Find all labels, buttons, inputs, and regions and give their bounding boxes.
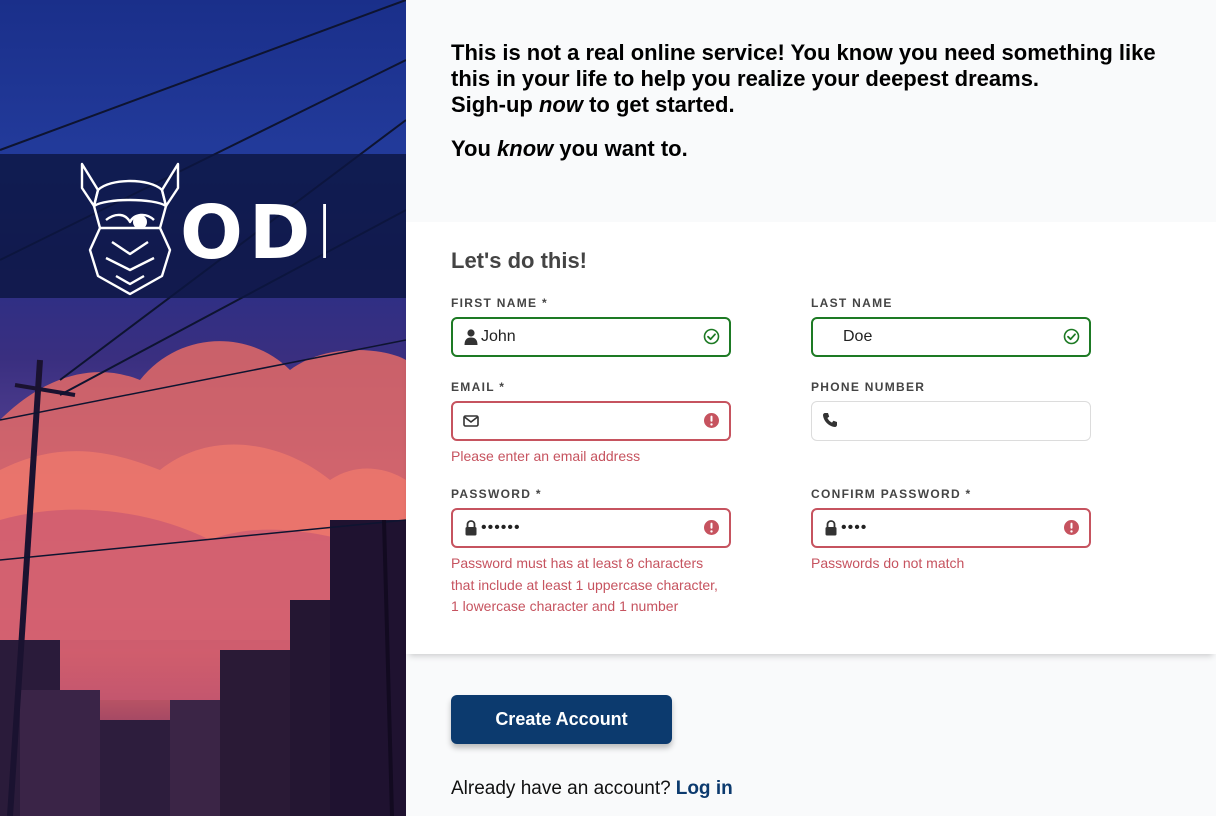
confirm-password-field: CONFIRM PASSWORD * Passwords do not matc… xyxy=(811,487,1091,575)
intro-tagline: You know you want to. xyxy=(451,136,1191,162)
error-icon xyxy=(704,520,719,535)
intro-line-2-em: now xyxy=(538,92,583,117)
email-error: Please enter an email address xyxy=(451,448,641,464)
intro-line-1: This is not a real online service! You k… xyxy=(451,40,1156,91)
email-input[interactable] xyxy=(481,403,691,439)
logo-wordmark: ODIN xyxy=(180,190,326,276)
check-circle-icon xyxy=(1063,328,1080,345)
first-name-field: FIRST NAME * xyxy=(451,296,731,357)
hero-image: ODIN xyxy=(0,0,406,816)
confirm-password-input[interactable] xyxy=(841,510,1051,546)
intro-line-3-post: you want to. xyxy=(553,136,688,161)
signup-panel: This is not a real online service! You k… xyxy=(406,0,1216,816)
city-sunset-illustration xyxy=(0,0,406,816)
confirm-password-box xyxy=(811,508,1091,548)
password-error-line: that include at least 1 uppercase charac… xyxy=(451,576,718,593)
intro-line-2-post: to get started. xyxy=(582,92,735,117)
first-name-input[interactable] xyxy=(481,319,691,355)
email-field: EMAIL * Please enter an email address xyxy=(451,380,731,468)
phone-field: PHONE NUMBER xyxy=(811,380,1091,441)
lock-icon xyxy=(465,520,477,536)
password-error: Password must has at least 8 characters … xyxy=(451,553,731,618)
password-input[interactable] xyxy=(481,510,691,546)
create-account-button[interactable]: Create Account xyxy=(451,695,672,744)
phone-box xyxy=(811,401,1091,441)
password-label: PASSWORD * xyxy=(451,487,542,501)
intro-paragraph: This is not a real online service! You k… xyxy=(451,40,1191,118)
intro-line-3-pre: You xyxy=(451,136,498,161)
email-label: EMAIL * xyxy=(451,380,506,394)
first-name-box xyxy=(451,317,731,357)
signup-form: Let's do this! FIRST NAME * LAST NAME xyxy=(406,222,1216,654)
confirm-password-error: Passwords do not match xyxy=(811,555,965,571)
login-link[interactable]: Log in xyxy=(676,778,733,799)
phone-label: PHONE NUMBER xyxy=(811,380,926,394)
confirm-password-label: CONFIRM PASSWORD * xyxy=(811,487,972,501)
password-box xyxy=(451,508,731,548)
intro-line-3-em: know xyxy=(497,136,554,161)
envelope-icon xyxy=(463,415,479,427)
last-name-box xyxy=(811,317,1091,357)
password-field: PASSWORD * Password must has at least 8 … xyxy=(451,487,731,618)
last-name-input[interactable] xyxy=(843,319,1053,355)
check-circle-icon xyxy=(703,328,720,345)
email-box xyxy=(451,401,731,441)
intro-text: This is not a real online service! You k… xyxy=(451,40,1191,162)
login-prompt-text: Already have an account? xyxy=(451,778,671,799)
error-icon xyxy=(1064,520,1079,535)
last-name-field: LAST NAME xyxy=(811,296,1091,357)
password-error-line: 1 lowercase character and 1 number xyxy=(451,598,679,614)
user-icon xyxy=(464,329,478,345)
odin-logo: ODIN xyxy=(80,162,326,296)
error-icon xyxy=(704,413,719,428)
last-name-label: LAST NAME xyxy=(811,296,893,310)
phone-input[interactable] xyxy=(840,402,1050,438)
first-name-label: FIRST NAME * xyxy=(451,296,548,310)
phone-icon xyxy=(823,413,837,427)
logo-banner: ODIN xyxy=(0,154,406,298)
lock-icon xyxy=(825,520,837,536)
form-title: Let's do this! xyxy=(451,248,588,273)
intro-line-2-pre: Sigh-up xyxy=(451,92,539,117)
password-error-line: Password must has at least 8 characters xyxy=(451,555,704,571)
login-prompt: Already have an account? Log in xyxy=(451,778,733,800)
